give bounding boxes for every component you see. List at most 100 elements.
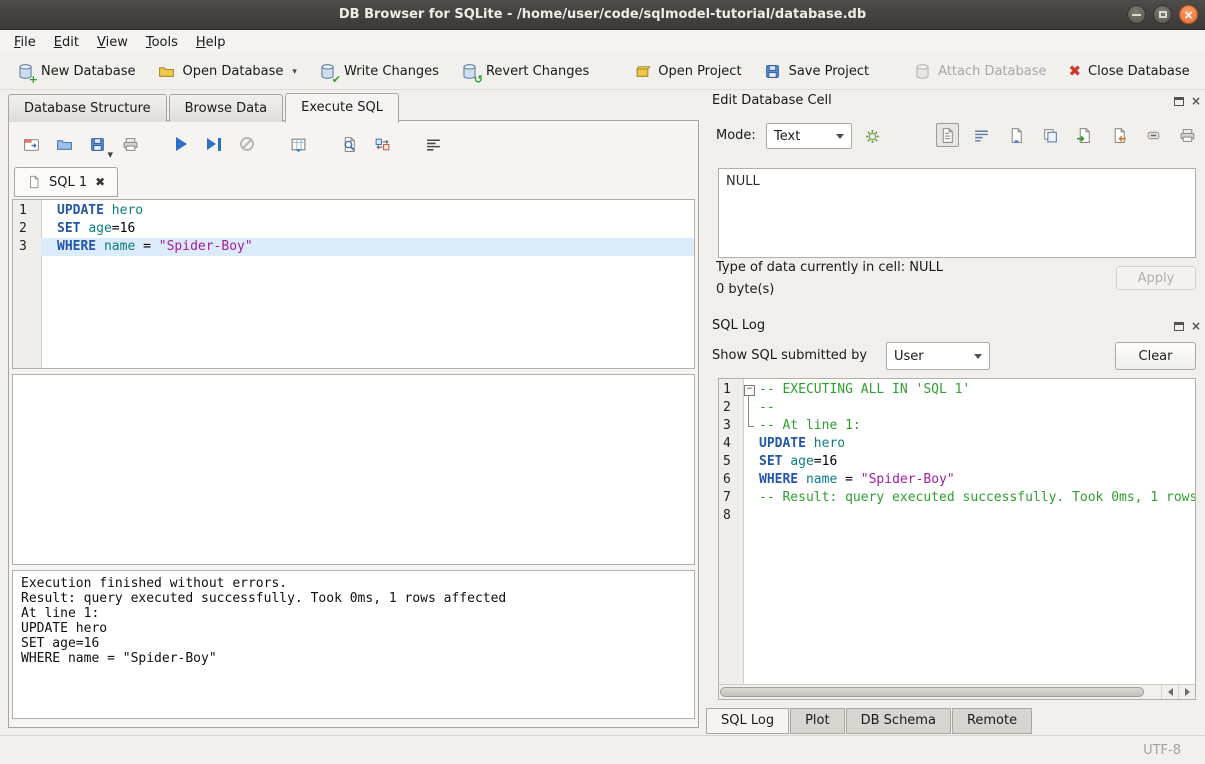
tab-sql-1[interactable]: SQL 1 ✖: [14, 167, 118, 197]
execute-all-button[interactable]: [169, 132, 193, 156]
code-text: -- EXECUTING ALL IN 'SQL 1': [757, 381, 1195, 399]
sql-editor[interactable]: 1UPDATE hero2SET age=163WHERE name = "Sp…: [12, 199, 695, 369]
stop-execution-button[interactable]: [235, 132, 259, 156]
menu-view[interactable]: View: [88, 32, 137, 53]
line-number: 1: [719, 381, 743, 399]
revert-changes-label: Revert Changes: [486, 64, 589, 79]
import-data-button[interactable]: [1074, 123, 1096, 147]
mode-select[interactable]: Text: [766, 123, 852, 149]
menu-edit[interactable]: Edit: [45, 32, 88, 53]
tab-browse-data[interactable]: Browse Data: [169, 94, 284, 122]
code-line: 1UPDATE hero: [13, 202, 694, 220]
find-button[interactable]: [337, 132, 361, 156]
menubar: File Edit View Tools Help: [0, 30, 1205, 54]
sql-log-title: SQL Log: [712, 318, 765, 333]
print-sql-button[interactable]: [118, 132, 142, 156]
revert-changes-button[interactable]: ↺ Revert Changes: [453, 59, 597, 85]
export-data-button[interactable]: [1108, 123, 1130, 147]
find-replace-button[interactable]: [370, 132, 394, 156]
tab-execute-sql[interactable]: Execute SQL: [285, 93, 399, 123]
save-project-icon: [764, 63, 782, 81]
scroll-left-button[interactable]: [1161, 685, 1178, 699]
line-number: 2: [719, 399, 743, 417]
code-line: 4 UPDATE hero: [719, 435, 1195, 453]
dropdown-caret-icon[interactable]: ▾: [292, 67, 297, 77]
line-number: 6: [719, 471, 743, 489]
window-close-button[interactable]: ×: [1179, 5, 1198, 24]
code-line: 7-- Result: query executed successfully.…: [719, 489, 1195, 507]
gear-icon: [864, 128, 881, 145]
code-line: 1 -- EXECUTING ALL IN 'SQL 1': [719, 381, 1195, 399]
save-results-button[interactable]: [286, 132, 310, 156]
menu-tools[interactable]: Tools: [137, 32, 187, 53]
close-panel-icon[interactable]: ×: [1191, 320, 1201, 332]
log-filter-select[interactable]: User: [886, 342, 990, 370]
mode-label: Mode:: [716, 128, 756, 143]
clear-log-button[interactable]: Clear: [1115, 342, 1196, 370]
window-minimize-button[interactable]: [1127, 5, 1146, 24]
close-tab-icon[interactable]: ✖: [95, 175, 105, 189]
sql-log-view[interactable]: 1-- EXECUTING ALL IN 'SQL 1'2--3-- At li…: [718, 378, 1196, 700]
tab-sql-log[interactable]: SQL Log: [706, 708, 789, 734]
close-database-label: Close Database: [1088, 64, 1190, 79]
tab-plot[interactable]: Plot: [790, 708, 845, 734]
word-wrap-toggle[interactable]: [971, 123, 993, 147]
execute-current-line-button[interactable]: [202, 132, 226, 156]
horizontal-scrollbar[interactable]: [719, 684, 1195, 699]
fold-marker-icon[interactable]: [743, 381, 757, 399]
menu-file[interactable]: File: [5, 32, 45, 53]
apply-button[interactable]: Apply: [1116, 266, 1196, 290]
minimize-icon: [1132, 14, 1141, 16]
text-mode-toggle[interactable]: [936, 123, 959, 147]
code-text: -- At line 1:: [757, 417, 1195, 435]
null-icon: [1145, 127, 1162, 144]
sql-toolbar: ▾: [19, 129, 445, 159]
code-text: -- Result: query executed successfully. …: [757, 489, 1195, 507]
copy-cell-button[interactable]: [1039, 123, 1061, 147]
encoding-indicator[interactable]: UTF-8: [1143, 743, 1181, 758]
attach-database-label: Attach Database: [938, 64, 1046, 79]
set-null-button[interactable]: [1142, 123, 1164, 147]
cell-size-text: 0 byte(s): [716, 282, 774, 297]
scroll-right-button[interactable]: [1178, 685, 1195, 699]
attach-database-button[interactable]: Attach Database: [905, 59, 1054, 85]
import-icon: [1076, 127, 1093, 144]
line-number: 2: [13, 220, 41, 238]
line-number: 8: [719, 507, 743, 525]
save-sql-file-button[interactable]: ▾: [85, 132, 109, 156]
float-panel-icon[interactable]: [1174, 322, 1184, 331]
menu-help[interactable]: Help: [187, 32, 235, 53]
write-changes-button[interactable]: ✔ Write Changes: [311, 59, 447, 85]
open-database-button[interactable]: Open Database ▾: [150, 59, 305, 85]
tab-remote[interactable]: Remote: [952, 708, 1032, 734]
print-cell-button[interactable]: [1177, 123, 1199, 147]
new-database-button[interactable]: + New Database: [8, 59, 144, 85]
sql-editor-tab-bar: SQL 1 ✖: [14, 167, 118, 197]
save-icon: [1008, 127, 1025, 144]
code-text: UPDATE hero: [757, 435, 1195, 453]
revert-changes-icon: ↺: [461, 63, 479, 81]
results-grid[interactable]: [12, 374, 695, 565]
tab-db-schema[interactable]: DB Schema: [846, 708, 951, 734]
open-project-label: Open Project: [658, 64, 741, 79]
save-file-icon: [89, 136, 106, 153]
open-project-button[interactable]: Open Project: [625, 59, 749, 85]
line-number: 4: [719, 435, 743, 453]
write-changes-icon: ✔: [319, 63, 337, 81]
scrollbar-thumb[interactable]: [720, 687, 1144, 697]
fold-column: [743, 471, 757, 489]
window-maximize-button[interactable]: [1153, 5, 1172, 24]
float-panel-icon[interactable]: [1174, 97, 1184, 106]
open-sql-file-button[interactable]: [52, 132, 76, 156]
open-sql-new-tab-button[interactable]: [19, 132, 43, 156]
cell-value-editor[interactable]: NULL: [718, 168, 1196, 258]
save-dropdown-caret-icon[interactable]: ▾: [107, 149, 113, 160]
fold-column: [743, 417, 757, 435]
tab-database-structure[interactable]: Database Structure: [8, 94, 167, 122]
save-cell-button[interactable]: [1005, 123, 1027, 147]
format-sql-button[interactable]: [421, 132, 445, 156]
cell-settings-button[interactable]: [860, 124, 884, 148]
close-database-button[interactable]: ✖ Close Database: [1060, 60, 1197, 83]
close-panel-icon[interactable]: ×: [1191, 95, 1201, 107]
save-project-button[interactable]: Save Project: [756, 59, 878, 85]
